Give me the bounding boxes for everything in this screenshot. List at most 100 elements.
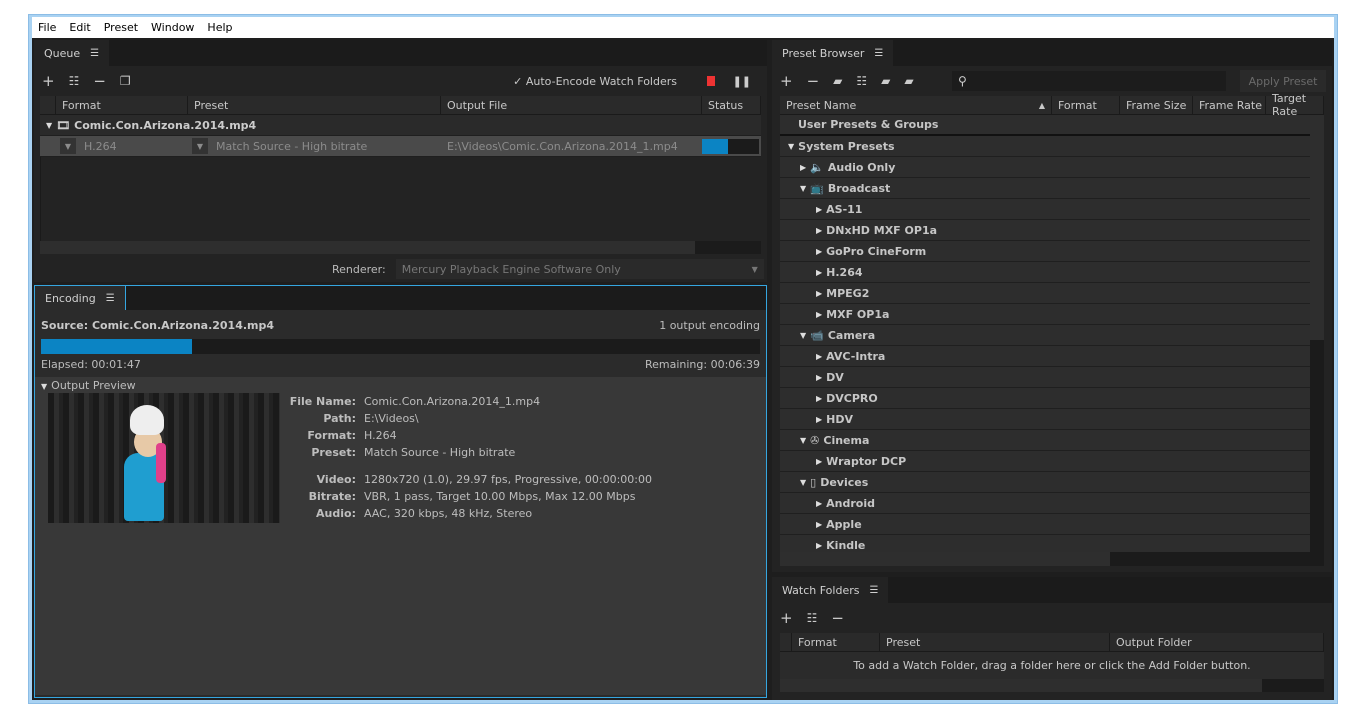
remove-folder-icon[interactable]: − bbox=[831, 609, 844, 627]
column-output[interactable]: Output File bbox=[441, 96, 702, 114]
column-status[interactable]: Status bbox=[702, 96, 761, 114]
collapsed-arrow-icon[interactable]: ▶ bbox=[816, 247, 822, 256]
panel-menu-icon[interactable]: ☰ bbox=[90, 48, 99, 59]
settings-icon[interactable]: ☷ bbox=[69, 74, 80, 88]
queue-item-row[interactable]: ▼ H.264 ▼ Match Source - High bitrate E:\V… bbox=[40, 136, 761, 157]
collapsed-arrow-icon[interactable]: ▶ bbox=[816, 226, 822, 235]
export-preset-icon[interactable]: ▰ bbox=[904, 74, 913, 88]
preset-tree-item[interactable]: ▶ AVC-Intra bbox=[780, 346, 1310, 367]
collapsed-arrow-icon[interactable]: ▶ bbox=[816, 415, 822, 424]
menu-help[interactable]: Help bbox=[207, 21, 232, 34]
column-target-rate[interactable]: Target Rate bbox=[1266, 92, 1324, 118]
collapsed-arrow-icon[interactable]: ▶ bbox=[816, 373, 822, 382]
tab-preset-browser[interactable]: Preset Browser ☰ bbox=[772, 40, 894, 66]
preset-tree-item[interactable]: ▶ DVCPRO bbox=[780, 388, 1310, 409]
collapsed-arrow-icon[interactable]: ▶ bbox=[816, 394, 822, 403]
collapsed-arrow-icon[interactable]: ▶ bbox=[816, 352, 822, 361]
tab-label: Watch Folders bbox=[782, 583, 860, 597]
new-group-icon[interactable]: ▰ bbox=[833, 74, 842, 88]
remaining-time: Remaining: 00:06:39 bbox=[644, 358, 760, 371]
preset-tree-item[interactable]: ▶ DNxHD MXF OP1a bbox=[780, 220, 1310, 241]
remove-preset-icon[interactable]: − bbox=[807, 72, 820, 90]
column-format[interactable]: Format bbox=[792, 633, 880, 651]
collapsed-arrow-icon[interactable]: ▶ bbox=[816, 205, 822, 214]
preset-tree-item[interactable]: ▶ AS-11 bbox=[780, 199, 1310, 220]
pause-button[interactable]: ❚❚ bbox=[733, 75, 751, 88]
preset-tree-item[interactable]: ▼ 📺 Broadcast bbox=[780, 178, 1310, 199]
preset-dropdown[interactable]: ▼ bbox=[192, 138, 208, 154]
panel-menu-icon[interactable]: ☰ bbox=[874, 48, 883, 59]
import-preset-icon[interactable]: ▰ bbox=[881, 74, 890, 88]
remove-icon[interactable]: − bbox=[93, 72, 106, 90]
preset-tree-item[interactable]: ▼ 📹 Camera bbox=[780, 325, 1310, 346]
tab-label: Preset Browser bbox=[782, 46, 865, 60]
tab-encoding[interactable]: Encoding ☰ bbox=[35, 286, 126, 310]
preset-tree-item[interactable]: ▼ ▯ Devices bbox=[780, 472, 1310, 493]
preset-settings-icon[interactable]: ☷ bbox=[856, 74, 867, 88]
expanded-arrow-icon[interactable]: ▼ bbox=[800, 331, 806, 340]
horizontal-scrollbar[interactable] bbox=[40, 241, 761, 254]
expanded-arrow-icon[interactable]: ▼ bbox=[800, 478, 806, 487]
preset-tree-item[interactable]: ▼ ✇ Cinema bbox=[780, 430, 1310, 451]
expanded-arrow-icon[interactable]: ▼ bbox=[800, 436, 806, 445]
auto-encode-checkbox[interactable]: ✓ Auto-Encode Watch Folders bbox=[513, 75, 677, 88]
collapsed-arrow-icon[interactable]: ▶ bbox=[816, 541, 822, 550]
preset-tree-item[interactable]: ▶ MXF OP1a bbox=[780, 304, 1310, 325]
source-group-row[interactable]: ▼ 🎞 Comic.Con.Arizona.2014.mp4 bbox=[40, 115, 761, 136]
preset-tree-item[interactable]: ▶ HDV bbox=[780, 409, 1310, 430]
collapsed-arrow-icon[interactable]: ▶ bbox=[816, 520, 822, 529]
column-output-folder[interactable]: Output Folder bbox=[1110, 633, 1324, 651]
renderer-dropdown[interactable]: Mercury Playback Engine Software Only ▼ bbox=[395, 259, 764, 279]
column-preset[interactable]: Preset bbox=[188, 96, 441, 114]
column-frame-size[interactable]: Frame Size bbox=[1120, 96, 1193, 114]
preset-search-input[interactable]: ⚲ bbox=[952, 71, 1226, 91]
column-preset[interactable]: Preset bbox=[880, 633, 1110, 651]
menu-preset[interactable]: Preset bbox=[104, 21, 138, 34]
watch-settings-icon[interactable]: ☷ bbox=[807, 611, 818, 625]
panel-menu-icon[interactable]: ☰ bbox=[106, 293, 115, 304]
column-frame-rate[interactable]: Frame Rate bbox=[1193, 96, 1266, 114]
panel-menu-icon[interactable]: ☰ bbox=[869, 585, 878, 596]
preset-tree-item[interactable]: ▶ Android bbox=[780, 493, 1310, 514]
collapsed-arrow-icon[interactable]: ▶ bbox=[816, 499, 822, 508]
tab-queue[interactable]: Queue ☰ bbox=[34, 40, 110, 66]
user-presets-group[interactable]: User Presets & Groups bbox=[780, 115, 1310, 136]
format-dropdown[interactable]: ▼ bbox=[60, 138, 76, 154]
preset-tree-item[interactable]: ▶ DV bbox=[780, 367, 1310, 388]
preset-tree-item[interactable]: ▶ Wraptor DCP bbox=[780, 451, 1310, 472]
add-folder-icon[interactable]: + bbox=[780, 609, 793, 627]
preset-tree-item[interactable]: ▶ Kindle bbox=[780, 535, 1310, 552]
stop-button[interactable] bbox=[707, 76, 715, 86]
tab-watch-folders[interactable]: Watch Folders ☰ bbox=[772, 577, 889, 603]
collapsed-arrow-icon[interactable]: ▶ bbox=[816, 289, 822, 298]
preset-tree-item[interactable]: ▶ GoPro CineForm bbox=[780, 241, 1310, 262]
collapsed-arrow-icon[interactable]: ▶ bbox=[800, 163, 806, 172]
expanded-arrow-icon[interactable]: ▼ bbox=[800, 184, 806, 193]
preset-tree-item[interactable]: ▶ MPEG2 bbox=[780, 283, 1310, 304]
preset-tree-item[interactable]: ▶ 🔈 Audio Only bbox=[780, 157, 1310, 178]
output-preview-toggle[interactable]: ▼ Output Preview bbox=[41, 379, 760, 393]
item-preset[interactable]: Match Source - High bitrate bbox=[216, 140, 367, 153]
menu-file[interactable]: File bbox=[38, 21, 56, 34]
menu-window[interactable]: Window bbox=[151, 21, 194, 34]
menu-edit[interactable]: Edit bbox=[69, 21, 90, 34]
collapsed-arrow-icon[interactable]: ▶ bbox=[816, 310, 822, 319]
add-source-icon[interactable]: + bbox=[42, 72, 55, 90]
horizontal-scrollbar[interactable] bbox=[780, 679, 1324, 692]
column-format[interactable]: Format bbox=[56, 96, 188, 114]
preset-tree-item[interactable]: ▶ H.264 bbox=[780, 262, 1310, 283]
info-key: Preset: bbox=[311, 446, 356, 459]
preset-tree-item[interactable]: ▶ Apple bbox=[780, 514, 1310, 535]
apply-preset-button[interactable]: Apply Preset bbox=[1240, 70, 1326, 92]
system-presets-group[interactable]: ▼ System Presets bbox=[780, 136, 1310, 157]
collapsed-arrow-icon[interactable]: ▶ bbox=[816, 457, 822, 466]
add-preset-icon[interactable]: + bbox=[780, 72, 793, 90]
item-output[interactable]: E:\Videos\Comic.Con.Arizona.2014_1.mp4 bbox=[441, 140, 702, 153]
item-format[interactable]: H.264 bbox=[84, 140, 117, 153]
horizontal-scrollbar[interactable] bbox=[780, 552, 1324, 566]
column-preset-name[interactable]: Preset Name ▲ bbox=[780, 96, 1052, 114]
column-format[interactable]: Format bbox=[1052, 96, 1120, 114]
duplicate-icon[interactable]: ❐ bbox=[120, 74, 131, 88]
vertical-scrollbar[interactable] bbox=[1310, 115, 1324, 552]
collapsed-arrow-icon[interactable]: ▶ bbox=[816, 268, 822, 277]
